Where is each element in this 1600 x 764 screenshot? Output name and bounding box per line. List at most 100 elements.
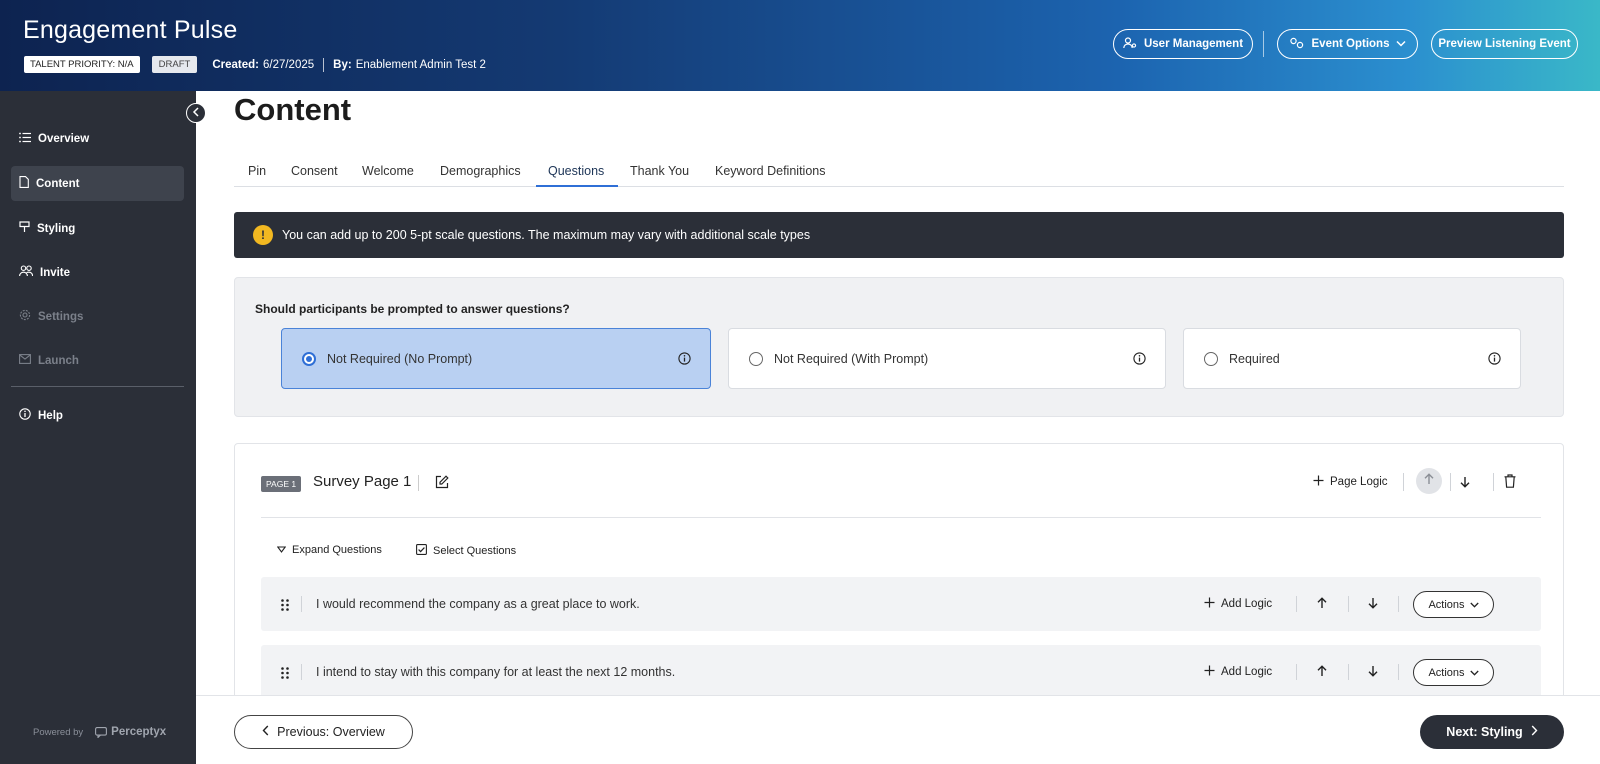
option-label: Not Required (With Prompt) bbox=[774, 351, 929, 366]
user-management-label: User Management bbox=[1143, 38, 1244, 50]
user-gear-icon bbox=[1123, 36, 1137, 52]
event-options-label: Event Options bbox=[1311, 38, 1390, 50]
question-text[interactable]: I intend to stay with this company for a… bbox=[316, 665, 675, 679]
actions-label: Actions bbox=[1428, 598, 1465, 611]
sidebar-item-settings[interactable]: Settings bbox=[11, 299, 184, 334]
meta-divider bbox=[323, 57, 325, 72]
move-question-down-button[interactable] bbox=[1368, 664, 1378, 682]
tab-welcome[interactable]: Welcome bbox=[362, 164, 414, 178]
gear-icon bbox=[19, 309, 31, 324]
powered-by: Powered by Perceptyx bbox=[33, 726, 166, 738]
drag-handle-icon[interactable] bbox=[281, 598, 289, 616]
move-page-up-button[interactable] bbox=[1416, 468, 1442, 494]
move-page-down-button[interactable] bbox=[1460, 475, 1470, 493]
option-label: Required bbox=[1229, 351, 1280, 366]
sidebar-collapse-button[interactable] bbox=[186, 103, 206, 123]
tab-pin[interactable]: Pin bbox=[248, 164, 266, 178]
move-question-down-button[interactable] bbox=[1368, 596, 1378, 614]
sidebar-item-label: Help bbox=[38, 409, 63, 422]
arrow-down-icon bbox=[1368, 598, 1378, 609]
triangle-down-icon bbox=[276, 544, 287, 556]
move-question-up-button[interactable] bbox=[1317, 596, 1327, 614]
info-icon[interactable] bbox=[1488, 352, 1501, 368]
row-divider bbox=[301, 596, 302, 612]
move-question-up-button[interactable] bbox=[1317, 664, 1327, 682]
delete-page-button[interactable] bbox=[1504, 474, 1516, 493]
sidebar-item-styling[interactable]: Styling bbox=[11, 211, 184, 246]
arrow-up-icon bbox=[1317, 597, 1327, 608]
select-questions-button[interactable]: Select Questions bbox=[416, 544, 516, 558]
actions-dropdown[interactable]: Actions bbox=[1413, 591, 1494, 618]
plus-icon bbox=[1204, 597, 1215, 611]
preview-listening-event-button[interactable]: Preview Listening Event bbox=[1431, 29, 1578, 59]
actions-label: Actions bbox=[1428, 666, 1465, 679]
drag-handle-icon[interactable] bbox=[281, 666, 289, 684]
banner-text: You can add up to 200 5-pt scale questio… bbox=[282, 228, 811, 242]
option-required[interactable]: Required bbox=[1183, 328, 1521, 389]
arrow-down-icon bbox=[1368, 666, 1378, 677]
add-logic-button[interactable]: Add Logic bbox=[1204, 597, 1272, 611]
sidebar-item-label: Settings bbox=[38, 310, 84, 323]
brand-name: Perceptyx bbox=[111, 726, 167, 738]
app-header: Engagement Pulse TALENT PRIORITY: N/A DR… bbox=[0, 0, 1600, 91]
question-row: I would recommend the company as a great… bbox=[261, 577, 1541, 631]
toolbar-divider bbox=[1403, 473, 1404, 491]
arrow-down-icon bbox=[1460, 477, 1470, 488]
expand-questions-button[interactable]: Expand Questions bbox=[276, 544, 382, 556]
prompt-question: Should participants be prompted to answe… bbox=[255, 302, 570, 316]
radio-unselected[interactable] bbox=[749, 351, 763, 366]
actions-dropdown[interactable]: Actions bbox=[1413, 659, 1494, 686]
powered-by-label: Powered by bbox=[33, 726, 84, 738]
created-value: 6/27/2025 bbox=[262, 58, 315, 71]
radio-selected[interactable] bbox=[302, 351, 316, 366]
edit-icon[interactable] bbox=[435, 475, 449, 494]
preview-label: Preview Listening Event bbox=[1438, 38, 1571, 50]
event-options-button[interactable]: Event Options bbox=[1277, 29, 1418, 59]
previous-button[interactable]: Previous: Overview bbox=[234, 715, 413, 749]
radio-unselected[interactable] bbox=[1204, 351, 1218, 366]
by-label: By: bbox=[333, 58, 352, 71]
tab-keyword-definitions[interactable]: Keyword Definitions bbox=[715, 164, 825, 178]
gears-icon bbox=[1289, 37, 1305, 52]
option-label: Not Required (No Prompt) bbox=[327, 351, 473, 366]
tab-thank-you[interactable]: Thank You bbox=[630, 164, 689, 178]
arrow-up-icon bbox=[1317, 665, 1327, 676]
footer-nav: Previous: Overview Next: Styling bbox=[196, 695, 1600, 764]
sidebar-item-launch[interactable]: Launch bbox=[11, 343, 184, 378]
sidebar-item-help[interactable]: Help bbox=[11, 398, 184, 433]
previous-label: Previous: Overview bbox=[277, 725, 385, 739]
info-icon[interactable] bbox=[678, 352, 691, 368]
card-divider bbox=[261, 517, 1541, 518]
tab-questions[interactable]: Questions bbox=[548, 164, 604, 178]
option-not-required-no-prompt[interactable]: Not Required (No Prompt) bbox=[281, 328, 711, 389]
row-divider bbox=[1296, 596, 1297, 612]
event-meta: TALENT PRIORITY: N/A DRAFT Created: 6/27… bbox=[24, 56, 486, 73]
sidebar-item-invite[interactable]: Invite bbox=[11, 255, 184, 290]
option-not-required-with-prompt[interactable]: Not Required (With Prompt) bbox=[728, 328, 1166, 389]
row-divider bbox=[1348, 664, 1349, 680]
sidebar-item-label: Launch bbox=[38, 354, 79, 367]
tab-consent[interactable]: Consent bbox=[291, 164, 338, 178]
chevron-right-icon bbox=[1531, 725, 1538, 739]
by-value: Enablement Admin Test 2 bbox=[355, 58, 486, 71]
tab-demographics[interactable]: Demographics bbox=[440, 164, 521, 178]
next-button[interactable]: Next: Styling bbox=[1420, 715, 1564, 749]
page-logic-label: Page Logic bbox=[1330, 476, 1388, 488]
chevron-down-icon bbox=[1469, 599, 1479, 611]
header-divider bbox=[1263, 31, 1264, 57]
question-text[interactable]: I would recommend the company as a great… bbox=[316, 597, 640, 611]
user-management-button[interactable]: User Management bbox=[1113, 29, 1253, 59]
info-icon[interactable] bbox=[1133, 352, 1146, 368]
page-logic-button[interactable]: Page Logic bbox=[1313, 475, 1388, 489]
add-logic-button[interactable]: Add Logic bbox=[1204, 665, 1272, 679]
sidebar-item-overview[interactable]: Overview bbox=[11, 121, 184, 156]
toolbar-divider bbox=[1493, 473, 1494, 491]
sidebar-item-label: Invite bbox=[40, 266, 71, 279]
chevron-down-icon bbox=[1469, 667, 1479, 679]
sidebar-divider bbox=[11, 386, 184, 387]
event-title: Engagement Pulse bbox=[23, 16, 238, 44]
sidebar-item-content[interactable]: Content bbox=[11, 166, 184, 201]
row-divider bbox=[1398, 596, 1399, 612]
perceptyx-logo: Perceptyx bbox=[95, 726, 166, 738]
document-icon bbox=[19, 176, 29, 191]
